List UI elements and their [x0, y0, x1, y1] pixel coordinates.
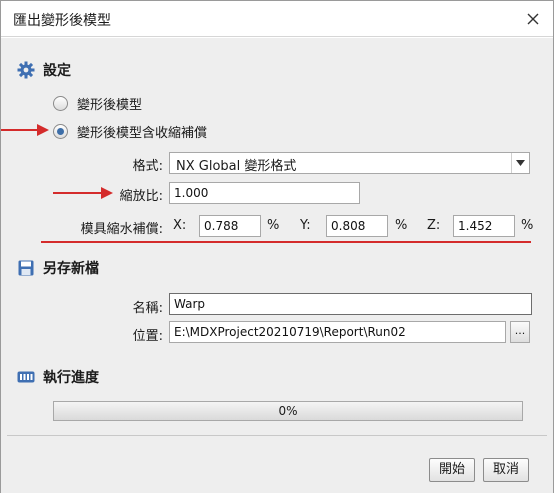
settings-section-header: 設定	[17, 60, 71, 80]
start-button[interactable]: 開始	[429, 458, 475, 482]
radio-compensated-row[interactable]: 變形後模型含收縮補償	[53, 122, 207, 141]
window-title: 匯出變形後模型	[13, 13, 111, 29]
dialog-body: 設定 變形後模型 變形後模型含收縮補償 格式: NX Global 變形格式 縮…	[1, 38, 553, 493]
export-dialog: 匯出變形後模型 設定 變形後模型 變形後模型含收縮補償 格式: NX Globa…	[0, 0, 554, 493]
radio-deformed[interactable]	[53, 96, 68, 111]
progress-bar: 0%	[53, 401, 523, 421]
y-percent-label: %	[395, 218, 408, 233]
radio-deformed-label: 變形後模型	[77, 98, 143, 113]
floppy-disk-icon	[17, 259, 35, 277]
annotation-underline	[41, 241, 531, 243]
format-label: 格式:	[132, 159, 163, 174]
scale-label: 縮放比:	[119, 189, 163, 204]
title-bar: 匯出變形後模型	[1, 1, 553, 37]
compensation-label: 模具縮水補償:	[80, 222, 163, 237]
triangle-down-icon	[516, 160, 525, 166]
z-label: Z:	[427, 218, 441, 233]
location-input[interactable]: E:\MDXProject20210719\Report\Run02	[169, 321, 506, 343]
format-value: NX Global 變形格式	[176, 159, 297, 174]
scale-input[interactable]: 1.000	[169, 182, 360, 204]
cancel-button[interactable]: 取消	[483, 458, 529, 482]
progress-bar-icon	[17, 368, 35, 386]
close-button[interactable]	[519, 5, 547, 33]
name-input[interactable]: Warp	[169, 293, 532, 315]
browse-button[interactable]: ...	[510, 321, 530, 343]
x-label: X:	[173, 218, 187, 233]
gear-icon	[17, 61, 35, 79]
radio-compensated-label: 變形後模型含收縮補償	[77, 126, 208, 141]
z-percent-label: %	[521, 218, 534, 233]
x-compensation-input[interactable]: 0.788	[199, 215, 261, 237]
progress-text: 0%	[278, 404, 298, 418]
radio-deformed-row[interactable]: 變形後模型	[53, 94, 142, 113]
save-header-label: 另存新檔	[43, 261, 99, 277]
y-compensation-input[interactable]: 0.808	[326, 215, 388, 237]
progress-header-label: 執行進度	[43, 370, 99, 386]
format-select[interactable]: NX Global 變形格式	[169, 152, 530, 174]
name-label: 名稱:	[132, 301, 163, 316]
location-label: 位置:	[132, 329, 163, 344]
divider	[7, 435, 547, 436]
progress-section-header: 執行進度	[17, 367, 99, 387]
radio-compensated[interactable]	[53, 124, 68, 139]
annotation-arrow-icon	[1, 124, 49, 136]
settings-header-label: 設定	[43, 63, 71, 79]
x-percent-label: %	[267, 218, 280, 233]
y-label: Y:	[300, 218, 311, 233]
close-icon	[527, 13, 539, 25]
save-section-header: 另存新檔	[17, 258, 99, 278]
dropdown-arrow[interactable]	[511, 153, 529, 173]
z-compensation-input[interactable]: 1.452	[453, 215, 515, 237]
